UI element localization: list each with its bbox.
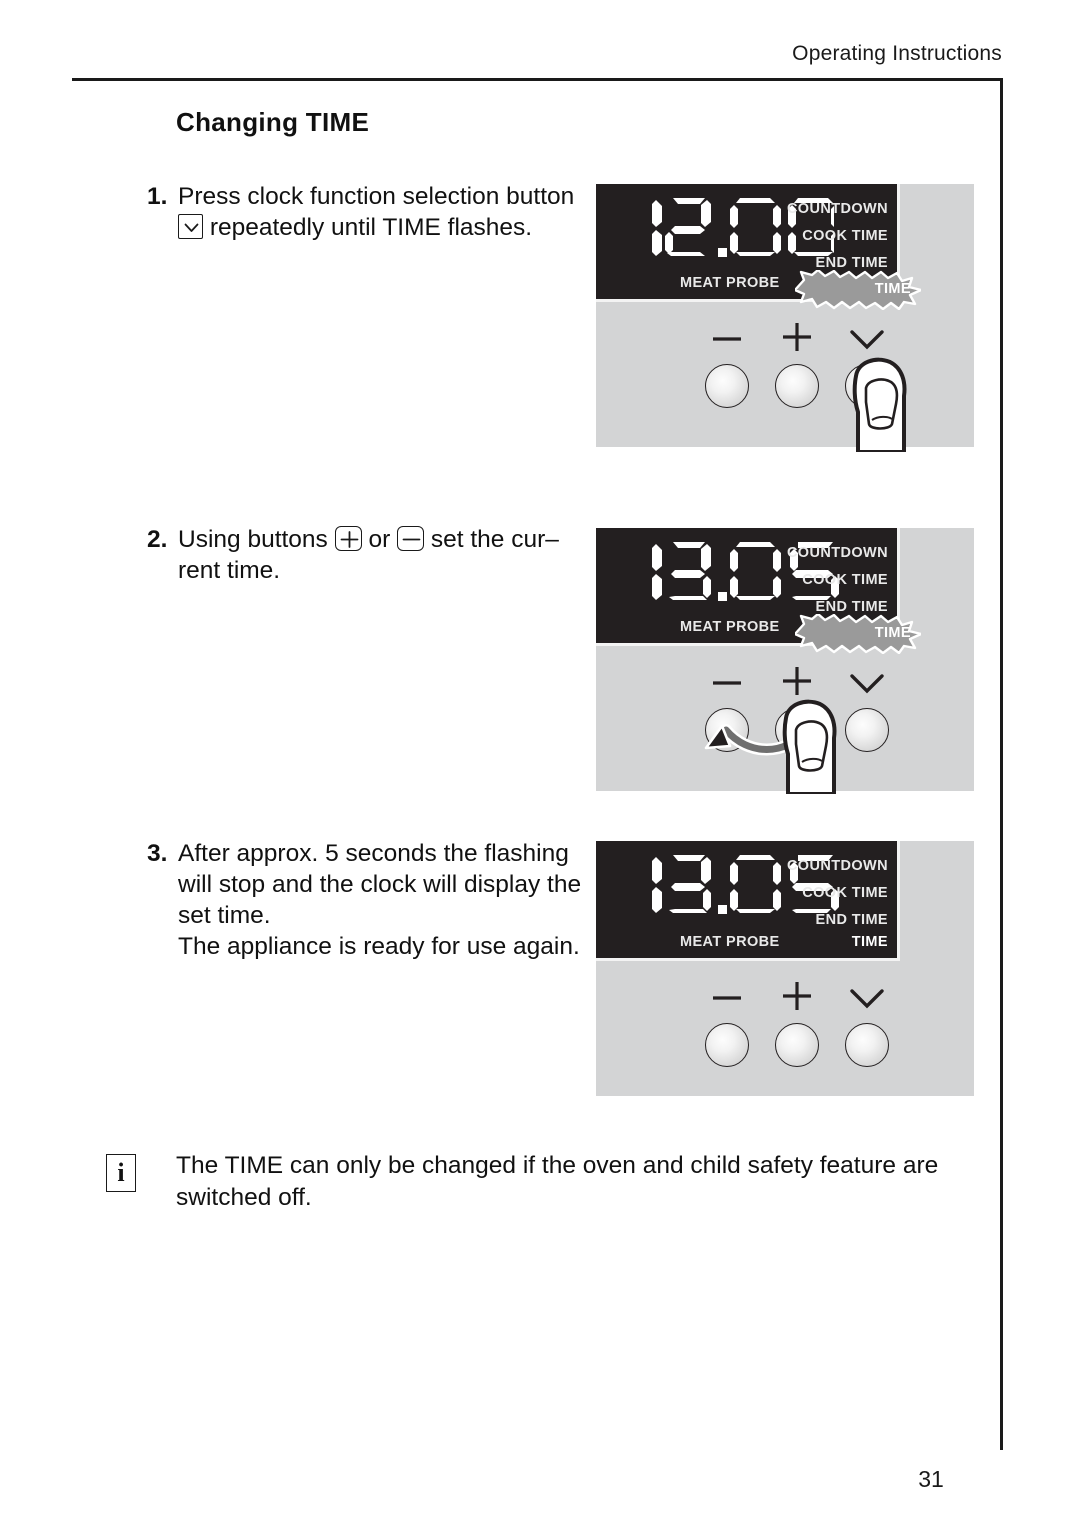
label-countdown-3: COUNTDOWN <box>786 858 888 874</box>
mode-labels-3: COUNTDOWN COOK TIME END TIME <box>787 853 888 933</box>
minus-icon <box>397 526 425 551</box>
clock-function-button-2[interactable] <box>845 708 889 752</box>
step-3-body: After approx. 5 seconds the flashing wil… <box>178 838 592 962</box>
clock-display-3: COUNTDOWN COOK TIME END TIME MEAT PROBE … <box>596 841 900 961</box>
clock-function-button-1[interactable] <box>845 364 889 408</box>
step-1: 1. Press clock function selection button… <box>147 181 592 243</box>
step-1-text-after: repeatedly until TIME flashes. <box>209 214 533 242</box>
label-cook-time-1: COOK TIME <box>802 227 888 244</box>
figure-step-3: COUNTDOWN COOK TIME END TIME MEAT PROBE … <box>596 841 974 1096</box>
figure-step-2: COUNTDOWN COOK TIME END TIME MEAT PROBE … <box>596 528 974 796</box>
minus-button-1[interactable] <box>705 364 749 408</box>
step-2-text-before: Using buttons <box>178 526 328 553</box>
plus-icon <box>334 526 362 551</box>
clock-display-1: COUNTDOWN COOK TIME END TIME MEAT PROBE … <box>596 184 921 310</box>
step-1-number: 1. <box>147 183 168 210</box>
chevron-down-icon <box>178 214 203 240</box>
plus-symbol-2 <box>775 664 819 695</box>
step-3-line-1: After approx. 5 seconds the flashing wil… <box>178 840 582 930</box>
control-panel-1 <box>596 302 974 454</box>
header-rule <box>72 78 1003 81</box>
page-number: 31 <box>918 1466 944 1492</box>
step-3-number: 3. <box>147 840 168 867</box>
clock-function-button-3[interactable] <box>845 1023 889 1067</box>
plus-button-2[interactable] <box>775 708 819 752</box>
label-meat-probe-3: MEAT PROBE <box>680 934 780 950</box>
mode-labels-2: COUNTDOWN COOK TIME END TIME <box>787 540 888 620</box>
minus-button-2[interactable] <box>705 708 749 752</box>
control-panel-3 <box>596 961 974 1096</box>
control-panel-2 <box>596 646 974 796</box>
step-1-text-before: Press clock function selection button <box>178 183 575 210</box>
figure-step-1: COUNTDOWN COOK TIME END TIME MEAT PROBE … <box>596 184 974 454</box>
step-1-body: Press clock function selection button re… <box>178 181 592 243</box>
mode-labels-1: COUNTDOWN COOK TIME END TIME <box>787 196 888 276</box>
label-countdown-1: COUNTDOWN <box>786 201 888 217</box>
minus-symbol-1 <box>705 324 749 354</box>
label-meat-probe-1: MEAT PROBE <box>680 275 780 291</box>
chevron-down-symbol-3 <box>845 982 889 1012</box>
minus-symbol-3 <box>705 983 749 1013</box>
page-title: Changing TIME <box>176 107 370 137</box>
minus-button-3[interactable] <box>705 1023 749 1067</box>
clock-display-2: COUNTDOWN COOK TIME END TIME MEAT PROBE … <box>596 528 921 654</box>
plus-button-3[interactable] <box>775 1023 819 1067</box>
page-border-right <box>1000 78 1003 1450</box>
bottom-labels-3: MEAT PROBE TIME <box>596 930 888 950</box>
step-2: 2. Using buttons or set the cur– rent ti… <box>147 524 592 586</box>
finger-pointer-1 <box>836 352 926 457</box>
bottom-labels-1: MEAT PROBE <box>596 271 888 291</box>
bottom-labels-2: MEAT PROBE <box>596 615 888 635</box>
label-cook-time-3: COOK TIME <box>802 884 888 901</box>
info-icon: i <box>106 1154 136 1192</box>
chevron-down-symbol-1 <box>845 323 889 353</box>
step-3: 3. After approx. 5 seconds the flashing … <box>147 838 592 962</box>
label-time-3: TIME <box>851 934 888 950</box>
plus-symbol-3 <box>775 979 819 1010</box>
chevron-down-symbol-2 <box>845 667 889 697</box>
label-meat-probe-2: MEAT PROBE <box>680 619 780 635</box>
label-countdown-2: COUNTDOWN <box>786 545 888 561</box>
label-cook-time-2: COOK TIME <box>802 571 888 588</box>
step-2-body: Using buttons or set the cur– rent time. <box>178 524 592 586</box>
note-block: i The TIME can only be changed if the ov… <box>106 1150 996 1214</box>
plus-symbol-1 <box>775 320 819 351</box>
note-text: The TIME can only be changed if the oven… <box>176 1152 939 1211</box>
step-2-text-middle: or <box>368 526 391 553</box>
plus-button-1[interactable] <box>775 364 819 408</box>
step-3-line-2: The appliance is ready for use again. <box>178 933 580 961</box>
minus-symbol-2 <box>705 668 749 698</box>
step-2-number: 2. <box>147 526 168 553</box>
page-header: Operating Instructions <box>792 42 1002 65</box>
